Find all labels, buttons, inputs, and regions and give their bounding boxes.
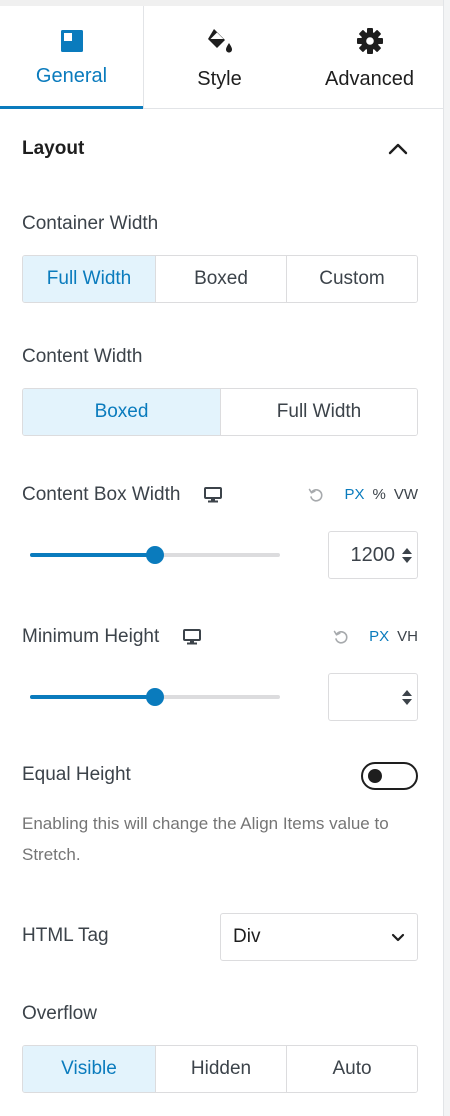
- container-width-label: Container Width: [22, 213, 159, 234]
- content-box-width-label-row: Content Box Width: [22, 484, 223, 506]
- html-tag-select[interactable]: Div: [220, 913, 418, 961]
- tab-style[interactable]: Style: [144, 6, 295, 108]
- content-box-width-label: Content Box Width: [22, 484, 181, 505]
- slider-fill: [30, 695, 155, 699]
- stepper-arrows[interactable]: [397, 689, 417, 705]
- tab-bar: General Style Advanced: [0, 6, 444, 109]
- unit-px[interactable]: PX: [369, 628, 389, 645]
- equal-height-help-text: Enabling this will change the Align Item…: [22, 814, 389, 864]
- minimum-height-units: PX VH: [333, 628, 418, 645]
- overflow-visible-option[interactable]: Visible: [23, 1046, 156, 1092]
- layout-panel-header[interactable]: Layout: [22, 136, 418, 162]
- overflow-label: Overflow: [22, 1003, 97, 1024]
- content-box-width-slider[interactable]: [30, 545, 280, 565]
- html-tag-value: Div: [233, 926, 261, 947]
- caret-down-icon[interactable]: [402, 556, 412, 563]
- layout-icon: [60, 26, 84, 56]
- tab-general[interactable]: General: [0, 6, 144, 109]
- minimum-height-slider[interactable]: [30, 687, 280, 707]
- slider-thumb[interactable]: [146, 688, 164, 706]
- minimum-height-label-row: Minimum Height: [22, 626, 202, 648]
- equal-height-toggle[interactable]: [361, 762, 418, 790]
- content-box-width-units: PX % VW: [308, 486, 418, 503]
- panel-title: Layout: [22, 138, 85, 159]
- tab-label: Advanced: [325, 68, 414, 90]
- overflow-control: Visible Hidden Auto: [22, 1045, 418, 1093]
- container-width-control: Full Width Boxed Custom: [22, 255, 418, 303]
- minimum-height-input[interactable]: [328, 673, 418, 721]
- unit-vh[interactable]: VH: [397, 628, 418, 645]
- caret-down-icon[interactable]: [402, 698, 412, 705]
- desktop-icon[interactable]: [204, 487, 223, 503]
- desktop-icon[interactable]: [183, 629, 202, 645]
- tab-label: General: [35, 65, 108, 87]
- unit-px[interactable]: PX: [344, 486, 364, 503]
- minimum-height-label: Minimum Height: [22, 626, 160, 647]
- content-box-width-value[interactable]: 1200: [329, 544, 397, 567]
- chevron-up-icon[interactable]: [388, 143, 408, 155]
- caret-up-icon[interactable]: [402, 547, 412, 554]
- equal-height-label: Equal Height: [22, 764, 131, 785]
- chevron-down-icon: [391, 933, 405, 942]
- content-width-full-width-option[interactable]: Full Width: [221, 389, 417, 435]
- slider-fill: [30, 553, 155, 557]
- container-width-full-width-option[interactable]: Full Width: [23, 256, 156, 302]
- content-box-width-input[interactable]: 1200: [328, 531, 418, 579]
- slider-thumb[interactable]: [146, 546, 164, 564]
- unit-vw[interactable]: VW: [394, 486, 418, 503]
- overflow-auto-option[interactable]: Auto: [287, 1046, 417, 1092]
- container-width-boxed-option[interactable]: Boxed: [156, 256, 287, 302]
- reset-icon[interactable]: [308, 487, 324, 503]
- paint-bucket-icon: [205, 26, 235, 56]
- reset-icon[interactable]: [333, 629, 349, 645]
- tab-advanced[interactable]: Advanced: [295, 6, 444, 108]
- scrollbar-track[interactable]: [444, 0, 450, 1116]
- unit-percent[interactable]: %: [372, 486, 385, 503]
- toggle-knob: [368, 769, 382, 783]
- html-tag-label: HTML Tag: [22, 925, 109, 946]
- content-width-control: Boxed Full Width: [22, 388, 418, 436]
- content-width-label: Content Width: [22, 346, 143, 367]
- gear-icon: [356, 26, 384, 56]
- tab-label: Style: [197, 68, 242, 90]
- caret-up-icon[interactable]: [402, 689, 412, 696]
- overflow-hidden-option[interactable]: Hidden: [156, 1046, 287, 1092]
- container-width-custom-option[interactable]: Custom: [287, 256, 417, 302]
- content-width-boxed-option[interactable]: Boxed: [23, 389, 221, 435]
- stepper-arrows[interactable]: [397, 547, 417, 563]
